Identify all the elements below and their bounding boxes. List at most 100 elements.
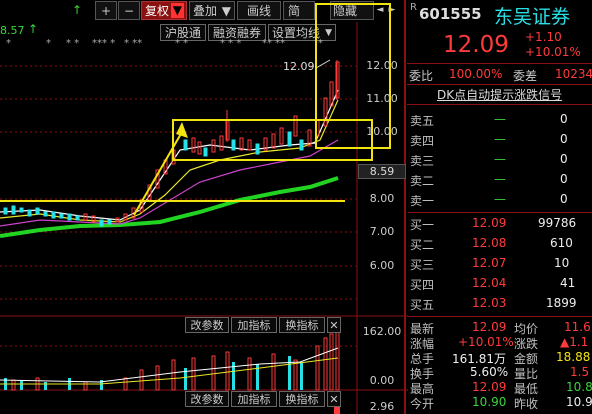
quote-row-latest: 最新 12.09 均价 11.6 [408,320,592,336]
stock-header: R 601555 东吴证券 [407,0,592,28]
ask-price: — [494,112,506,126]
rank-letter: R [410,2,417,13]
volume-axis-top: 162.00 [362,325,402,338]
ask-price: — [494,152,506,166]
ask-row: 卖三 — 0 [408,150,592,170]
quote-value: 10.8 [566,380,592,394]
ask-row: 卖四 — 0 [408,130,592,150]
stock-name: 东吴证券 [494,6,571,28]
last-price: 12.09 [443,32,509,58]
bottom-axis-value: 2.96 [369,400,395,413]
quote-row-change: 涨幅 +10.01% 涨跌 ▲1.1 [408,335,592,351]
quote-row-turnover: 换手 5.60% 量比 1.5 [408,365,592,381]
divider [407,84,592,85]
bottom-add-indicator-button[interactable]: 加指标 [231,391,277,407]
bid-label: 买五 [410,298,435,312]
bid-volume: 610 [550,236,573,250]
quote-row-high: 最高 12.09 最低 10.8 [408,380,592,396]
quote-value: 12.09 [472,320,507,334]
ask-price: — [494,172,506,186]
ask-row: 卖五 — 0 [408,110,592,130]
quote-label: 昨收 [514,397,539,411]
volume-modify-params-button[interactable]: 改参数 [185,317,229,333]
bid-row: 买五 12.03 1899 [408,294,592,314]
bid-row: 买二 12.08 610 [408,234,592,254]
bid-price: 12.09 [472,216,507,230]
svg-text:*: * [318,38,323,49]
bid-price: 12.03 [472,296,507,310]
volume-switch-indicator-button[interactable]: 换指标 [279,317,325,333]
bid-label: 买一 [410,218,435,232]
quote-value: 10.9 [566,395,592,409]
bottom-close-icon[interactable]: ✕ [327,391,341,407]
ask-label: 卖二 [410,174,435,188]
bid-row: 买四 12.04 41 [408,274,592,294]
bid-volume: 10 [554,256,570,270]
ask-volume: 0 [560,112,568,126]
price-axis-label: 10.00 [366,125,398,138]
ask-label: 卖五 [410,114,435,128]
order-ratio-value: 100.00% [449,67,503,81]
bid-row: 买一 12.09 99786 [408,214,592,234]
quote-value: 5.60% [470,365,509,379]
bottom-modify-params-button[interactable]: 改参数 [185,391,229,407]
svg-text:*: * [6,38,11,49]
volume-add-indicator-button[interactable]: 加指标 [231,317,277,333]
bid-label: 买四 [410,278,435,292]
ask-volume: 0 [560,172,568,186]
bid-price: 12.04 [472,276,507,290]
price-change-pct: +10.01% [525,45,581,59]
divider [407,63,592,64]
ask-row: 卖二 — 0 [408,170,592,190]
ask-price: — [494,192,506,206]
volume-axis-bottom: 0.00 [369,374,395,387]
order-ratio-label: 委比 [409,69,434,83]
ask-volume: 0 [560,152,568,166]
quote-value: 10.90 [472,395,507,409]
bid-price: 12.08 [472,236,507,250]
svg-text:* *: * * [66,38,79,49]
bid-row: 买三 12.07 10 [408,254,592,274]
ask-label: 卖一 [410,194,435,208]
signal-link[interactable]: DK点自动提示涨跌信号 [437,86,562,103]
quote-value: 12.09 [472,380,507,394]
price-axis-label: 12.00 [366,59,398,72]
price-axis-label: 7.00 [369,225,395,238]
divider [408,316,592,317]
divider [408,212,592,213]
quote-label: 今开 [410,397,435,411]
price-change: +1.10 [525,30,562,44]
ask-volume: 0 [560,192,568,206]
ask-price: — [494,132,506,146]
quote-row-volume: 总手 161.81万 金额 18.88 [408,350,592,366]
volume-close-icon[interactable]: ✕ [327,317,341,333]
quote-value: ▲1.1 [560,335,589,349]
price-axis-label: 8.00 [369,192,395,205]
price-axis-label: 11.00 [366,92,398,105]
bid-volume: 99786 [538,216,577,230]
quote-value: 1.5 [570,365,590,379]
ask-label: 卖三 [410,154,435,168]
svg-text:* **: * ** [124,38,142,49]
divider [407,104,592,105]
bid-label: 买三 [410,258,435,272]
svg-text:** **: ** ** [262,38,285,49]
kline-chart[interactable]: * * * * *** * * ** * * * * * ** ** * 12.… [0,0,408,414]
bid-volume: 1899 [546,296,577,310]
svg-text:*** *: *** * [92,38,115,49]
ask-volume: 0 [560,132,568,146]
max-price-label: 12.09 [283,60,315,73]
bid-label: 买二 [410,238,435,252]
quote-value: 11.6 [564,320,591,334]
svg-text:* *: * * [175,38,188,49]
order-diff-label: 委差 [513,69,538,83]
quote-row-open: 今开 10.90 昨收 10.9 [408,395,592,411]
ask-label: 卖四 [410,134,435,148]
order-diff-value: 10234 [555,67,592,81]
price-axis-label: 6.00 [369,259,395,272]
stock-code: 601555 [419,5,482,23]
svg-text:* * *: * * * [220,38,241,49]
bid-volume: 41 [560,276,576,290]
svg-text:*: * [46,38,51,49]
bottom-switch-indicator-button[interactable]: 换指标 [279,391,325,407]
